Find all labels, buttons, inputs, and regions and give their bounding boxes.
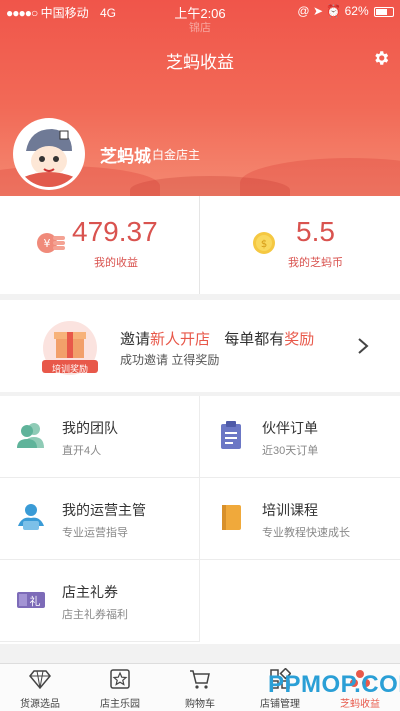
grid-item-desc: 专业运营指导: [62, 527, 128, 539]
avatar-illustration: [16, 121, 82, 187]
grid-item-desc: 直开4人: [62, 445, 102, 457]
invite-title: 邀请新人开店 每单都有奖励: [120, 328, 314, 349]
grid-item-ops-manager[interactable]: 我的运营主管 专业运营指导: [0, 478, 200, 560]
grid-item-title: 我的运营主管: [62, 502, 146, 518]
grid-item-coupon[interactable]: 礼 店主礼券 店主礼券福利: [0, 560, 200, 642]
diamond-icon: [29, 670, 51, 690]
location-icon: @ ➤ ⏰: [297, 4, 342, 18]
grid-item-desc: 店主礼券福利: [62, 609, 128, 621]
feature-grid: 我的团队 直开4人 伙伴订单 近30天订单 我的运营主管 专业运营指导 培训课程…: [0, 396, 400, 644]
grid-item-training-courses[interactable]: 培训课程 专业教程快速成长: [200, 478, 400, 560]
invite-title-highlight: 新人开店: [150, 331, 211, 348]
grid-item-title: 伙伴订单: [262, 420, 318, 436]
tab-owner-park[interactable]: 店主乐园: [80, 664, 160, 711]
invite-title-middle: 每单都有: [224, 331, 285, 348]
avatar[interactable]: [13, 118, 85, 190]
user-level-badge: 白金店主: [152, 148, 201, 162]
grid-item-desc: 专业教程快速成长: [262, 527, 350, 539]
status-bar: ●●●●○ 中国移动 4G 上午2:06 @ ➤ ⏰ 62% 锦店: [0, 0, 400, 34]
battery-icon: [374, 6, 394, 17]
grid-item-partner-orders[interactable]: 伙伴订单 近30天订单: [200, 396, 400, 478]
invite-title-prefix: 邀请: [120, 331, 151, 348]
money-stack-icon: ¥: [37, 233, 65, 253]
watermark-text: PPMOP.COM: [268, 671, 400, 698]
coupon-icon: 礼: [17, 592, 45, 608]
income-stat[interactable]: ¥ 479.37 我的收益: [0, 196, 200, 294]
svg-text:$: $: [261, 239, 267, 250]
team-icon: [17, 423, 44, 448]
coin-icon: $: [253, 232, 275, 254]
coin-value: 5.5: [296, 216, 335, 247]
grid-item-desc: 近30天订单: [262, 445, 319, 457]
grid-item-title: 我的团队: [62, 420, 118, 436]
invite-banner[interactable]: 培训奖励 邀请新人开店 每单都有奖励 成功邀请 立得奖励: [0, 300, 400, 392]
tab-label: 店主乐园: [100, 699, 140, 710]
cart-icon: [190, 670, 210, 689]
faded-header-text: 锦店: [189, 22, 211, 34]
battery-label: 62%: [344, 4, 369, 18]
income-label: 我的收益: [94, 257, 138, 269]
star-icon: [110, 669, 130, 689]
grid-item-title: 店主礼券: [62, 584, 118, 600]
invite-title-reward: 奖励: [284, 331, 315, 348]
coupon-glyph: 礼: [30, 594, 41, 608]
tab-label: 购物车: [185, 699, 215, 710]
coin-label: 我的芝蚂币: [288, 257, 343, 269]
coin-stat[interactable]: $ 5.5 我的芝蚂币: [200, 196, 400, 294]
invite-subtitle: 成功邀请 立得奖励: [120, 353, 220, 367]
stats-panel: ¥ 479.37 我的收益 $ 5.5 我的芝蚂币: [0, 196, 400, 294]
page-title: 芝蚂收益: [166, 53, 234, 72]
manager-icon: [18, 504, 44, 530]
user-name: 芝蚂城: [100, 147, 151, 166]
income-value: 479.37: [72, 216, 158, 247]
gear-icon[interactable]: [372, 49, 390, 67]
header: ●●●●○ 中国移动 4G 上午2:06 @ ➤ ⏰ 62% 锦店 芝蚂收益 芝…: [0, 0, 400, 196]
grid-item-team[interactable]: 我的团队 直开4人: [0, 396, 200, 478]
clipboard-icon: [221, 421, 241, 449]
grid-item-title: 培训课程: [262, 502, 318, 518]
badge-label: 培训奖励: [51, 364, 88, 374]
book-icon: [222, 505, 241, 530]
chevron-right-icon[interactable]: [356, 336, 370, 356]
tab-sourcing[interactable]: 货源选品: [0, 664, 80, 711]
tab-cart[interactable]: 购物车: [160, 664, 240, 711]
status-right: @ ➤ ⏰ 62%: [297, 4, 394, 18]
tab-label: 货源选品: [20, 699, 60, 710]
svg-text:¥: ¥: [44, 237, 51, 250]
